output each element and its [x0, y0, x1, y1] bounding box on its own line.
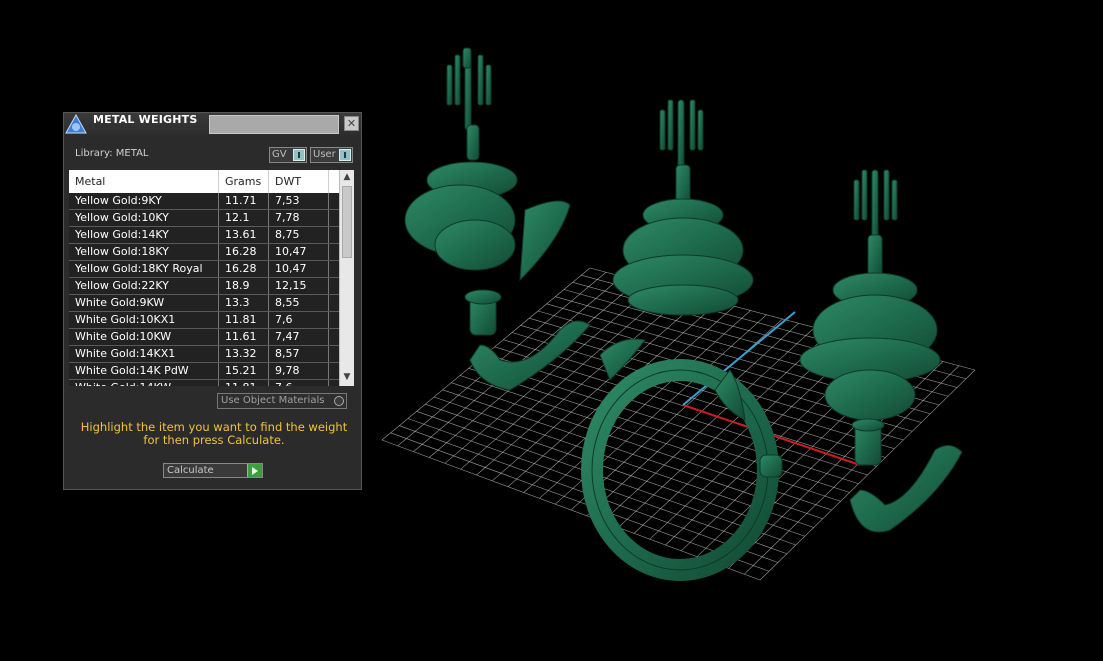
- table-header: Metal Grams DWT: [69, 170, 343, 193]
- user-toggle[interactable]: User: [310, 147, 353, 163]
- grid-line: [618, 331, 831, 528]
- cell-metal: Yellow Gold:18KY: [69, 244, 219, 260]
- table-row[interactable]: Yellow Gold:14KY 13.61 8,75: [69, 227, 343, 244]
- table-row[interactable]: White Gold:10KX1 11.81 7,6: [69, 312, 343, 329]
- close-button[interactable]: ✕: [344, 116, 359, 131]
- earring-model-right[interactable]: [799, 169, 963, 533]
- cell-grams: 13.61: [219, 227, 269, 243]
- table-row[interactable]: White Gold:9KW 13.3 8,55: [69, 295, 343, 312]
- table-body: Yellow Gold:9KY 11.71 7,53 Yellow Gold:10KY…: [69, 193, 343, 386]
- cell-dwt: 10,47: [269, 261, 329, 277]
- cell-metal: White Gold:10KX1: [69, 312, 219, 328]
- titlebar-drag-area[interactable]: [209, 115, 339, 134]
- cell-grams: 11.81: [219, 380, 269, 386]
- cell-metal: White Gold:14KX1: [69, 346, 219, 362]
- table-row[interactable]: Yellow Gold:22KY 18.9 12,15: [69, 278, 343, 295]
- cell-dwt: 7,47: [269, 329, 329, 345]
- table-row[interactable]: Yellow Gold:18KY Royal 16.28 10,47: [69, 261, 343, 278]
- app-logo-icon: [65, 113, 87, 134]
- cell-dwt: 7,6: [269, 380, 329, 386]
- cell-grams: 18.9: [219, 278, 269, 294]
- cell-metal: White Gold:10KW: [69, 329, 219, 345]
- cell-grams: 11.61: [219, 329, 269, 345]
- cell-metal: Yellow Gold:22KY: [69, 278, 219, 294]
- table-row[interactable]: Yellow Gold:10KY 12.1 7,78: [69, 210, 343, 227]
- scrollbar-thumb[interactable]: [342, 186, 352, 258]
- column-header-metal[interactable]: Metal: [69, 170, 219, 193]
- cell-metal: White Gold:14KW: [69, 380, 219, 386]
- cell-dwt: 7,53: [269, 193, 329, 209]
- metal-weights-panel: METAL WEIGHTS ✕ Library: METAL GV User M…: [63, 112, 362, 490]
- calculate-button[interactable]: Calculate: [163, 463, 263, 478]
- cell-grams: 16.28: [219, 244, 269, 260]
- metal-table: Metal Grams DWT Yellow Gold:9KY 11.71 7,53…: [69, 170, 343, 386]
- panel-titlebar[interactable]: METAL WEIGHTS ✕: [64, 113, 361, 135]
- cell-metal: White Gold:14K PdW: [69, 363, 219, 379]
- cell-grams: 13.3: [219, 295, 269, 311]
- column-header-grams[interactable]: Grams: [219, 170, 269, 193]
- panel-title: METAL WEIGHTS: [93, 113, 198, 126]
- toggle-knob-icon: [293, 149, 305, 161]
- use-object-materials-option[interactable]: Use Object Materials: [217, 393, 347, 409]
- cell-dwt: 7,6: [269, 312, 329, 328]
- cell-dwt: 12,15: [269, 278, 329, 294]
- table-scrollbar[interactable]: ▲ ▼: [339, 170, 354, 386]
- cell-metal: Yellow Gold:9KY: [69, 193, 219, 209]
- cell-dwt: 8,55: [269, 295, 329, 311]
- cell-dwt: 9,78: [269, 363, 329, 379]
- cell-metal: Yellow Gold:18KY Royal: [69, 261, 219, 277]
- user-toggle-label: User: [313, 149, 336, 160]
- cell-metal: Yellow Gold:10KY: [69, 210, 219, 226]
- cell-dwt: 10,47: [269, 244, 329, 260]
- table-row[interactable]: White Gold:10KW 11.61 7,47: [69, 329, 343, 346]
- scroll-down-arrow-icon[interactable]: ▼: [340, 372, 354, 384]
- instruction-text: Highlight the item you want to find the …: [80, 420, 348, 447]
- earring-model-left[interactable]: [404, 47, 591, 391]
- library-label: Library: METAL: [75, 148, 149, 159]
- cell-metal: Yellow Gold:14KY: [69, 227, 219, 243]
- cell-grams: 16.28: [219, 261, 269, 277]
- radio-icon[interactable]: [334, 396, 344, 406]
- table-row[interactable]: White Gold:14KX1 13.32 8,57: [69, 346, 343, 363]
- table-row[interactable]: Yellow Gold:18KY 16.28 10,47: [69, 244, 343, 261]
- cell-dwt: 8,75: [269, 227, 329, 243]
- cell-grams: 13.32: [219, 346, 269, 362]
- calculate-label: Calculate: [167, 465, 214, 476]
- table-row[interactable]: Yellow Gold:9KY 11.71 7,53: [69, 193, 343, 210]
- earring-model-center[interactable]: [612, 99, 754, 316]
- toggle-knob-icon: [339, 149, 351, 161]
- use-object-materials-label: Use Object Materials: [221, 395, 325, 406]
- cell-grams: 12.1: [219, 210, 269, 226]
- gv-toggle-label: GV: [272, 149, 287, 160]
- cell-dwt: 8,57: [269, 346, 329, 362]
- cell-grams: 11.81: [219, 312, 269, 328]
- scroll-up-arrow-icon[interactable]: ▲: [340, 172, 354, 184]
- column-header-dwt[interactable]: DWT: [269, 170, 329, 193]
- cell-grams: 11.71: [219, 193, 269, 209]
- cell-dwt: 7,78: [269, 210, 329, 226]
- gv-toggle[interactable]: GV: [269, 147, 307, 163]
- cell-metal: White Gold:9KW: [69, 295, 219, 311]
- play-arrow-icon: [247, 464, 262, 477]
- table-row[interactable]: White Gold:14K PdW 15.21 9,78: [69, 363, 343, 380]
- table-row[interactable]: White Gold:14KW11.817,6: [69, 380, 343, 386]
- cell-grams: 15.21: [219, 363, 269, 379]
